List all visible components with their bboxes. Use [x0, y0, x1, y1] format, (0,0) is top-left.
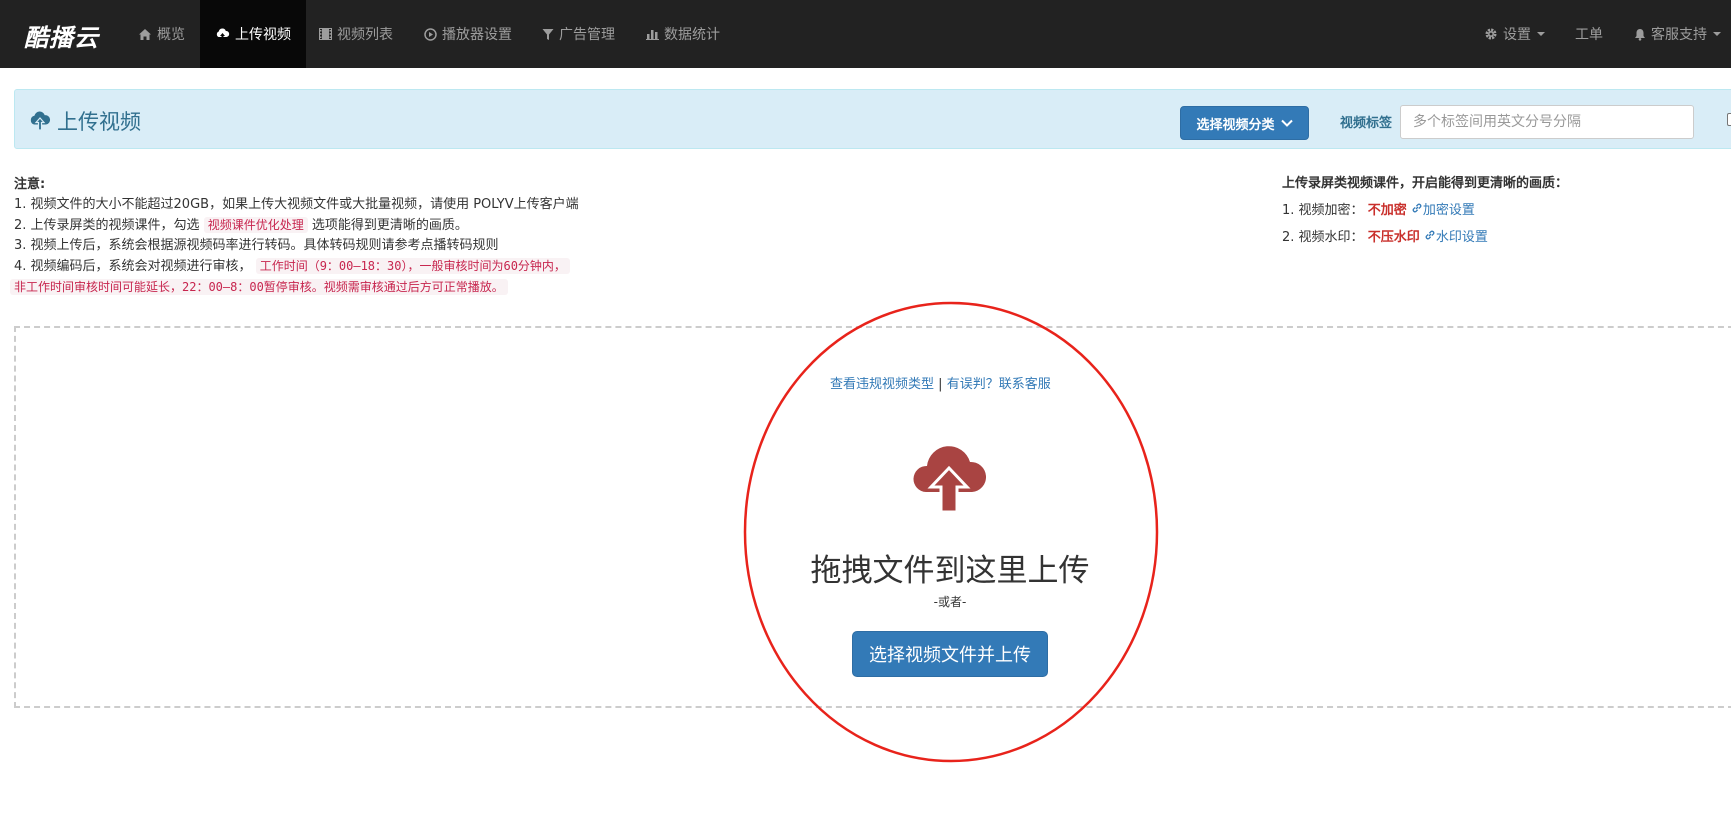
notes-line-2-prefix: 2. 上传录屏类的视频课件，勾选 [14, 218, 200, 233]
nav-item-label: 客服支持 [1651, 27, 1707, 43]
nav-item-label: 视频列表 [337, 27, 393, 43]
review-time-code: 工作时间（9：00—18：30），一般审核时间为60分钟内， [255, 258, 570, 274]
optimize-option-code: 视频课件优化处理 [203, 217, 308, 233]
nav-item-player-settings[interactable]: 播放器设置 [410, 0, 526, 68]
cloud-upload-icon [216, 27, 230, 40]
notes-line-2-suffix: 选项能得到更清晰的画质。 [311, 218, 468, 233]
notes-line-4: 4. 视频编码后，系统会对视频进行审核， 工作时间（9：00—18：30），一般… [14, 256, 734, 277]
notes-title: 注意: [14, 177, 46, 192]
nav-item-tickets[interactable]: 工单 [1561, 0, 1617, 68]
notes-line-4-prefix: 4. 视频编码后，系统会对视频进行审核， [14, 259, 252, 274]
nav-item-ads[interactable]: 广告管理 [528, 0, 629, 68]
encrypt-settings-link[interactable]: 加密设置 [1411, 203, 1475, 218]
home-icon [139, 28, 151, 40]
nav-item-upload[interactable]: 上传视频 [200, 0, 306, 68]
nav-item-support[interactable]: 客服支持 [1620, 0, 1731, 68]
nav-item-label: 播放器设置 [442, 27, 512, 43]
nav-item-stats[interactable]: 数据统计 [632, 0, 734, 68]
notes-line-1: 1. 视频文件的大小不能超过20GB，如果上传大视频文件或大批量视频，请使用 P… [14, 197, 579, 212]
encrypt-settings-text: 加密设置 [1422, 203, 1475, 218]
quality-notes: 上传录屏类视频课件，开启能得到更清晰的画质： 1. 视频加密： 不加密 加密设置… [1282, 170, 1568, 251]
video-tag-input[interactable] [1400, 105, 1694, 139]
gear-icon [1485, 28, 1497, 40]
nav-item-label: 数据统计 [664, 27, 720, 43]
nav-item-label: 广告管理 [559, 27, 615, 43]
caret-down-icon [1537, 32, 1545, 36]
nav-item-label: 概览 [157, 27, 185, 43]
encrypt-label: 1. 视频加密： [1282, 203, 1364, 218]
bar-chart-icon [646, 30, 659, 40]
watermark-status: 不压水印 [1367, 230, 1420, 245]
optimize-checkbox[interactable] [1727, 113, 1731, 126]
select-category-label: 选择视频分类 [1196, 117, 1275, 133]
bell-icon [1635, 28, 1645, 41]
nav-item-label: 上传视频 [235, 27, 291, 43]
play-circle-icon [424, 27, 437, 41]
watermark-settings-link[interactable]: 水印设置 [1424, 230, 1488, 245]
brand-logo[interactable]: 酷播云 [24, 18, 99, 53]
nav-item-label: 工单 [1575, 27, 1603, 43]
film-icon [319, 28, 332, 40]
watermark-settings-text: 水印设置 [1435, 230, 1488, 245]
encrypt-row: 1. 视频加密： 不加密 加密设置 [1282, 197, 1568, 224]
link-icon [1425, 230, 1435, 240]
link-icon [1412, 203, 1422, 213]
nav-item-settings[interactable]: 设置 [1470, 0, 1559, 68]
nav-item-label: 设置 [1503, 27, 1531, 43]
filter-icon [542, 28, 554, 40]
highlight-circle-annotation [743, 301, 1159, 763]
upload-panel-header: 上传视频 选择视频分类 视频标签 [14, 89, 1731, 149]
upload-notes: 注意: 1. 视频文件的大小不能超过20GB，如果上传大视频文件或大批量视频，请… [10, 175, 734, 298]
caret-down-icon [1713, 32, 1721, 36]
encrypt-status: 不加密 [1367, 203, 1407, 218]
quality-notes-title: 上传录屏类视频课件，开启能得到更清晰的画质： [1282, 176, 1569, 191]
select-category-button[interactable]: 选择视频分类 [1180, 106, 1309, 140]
top-navbar: 酷播云 概览 上传视频 视频列表 播放器设置 广告管理 数据统计 设置 工单 客… [0, 0, 1731, 68]
chevron-down-icon [1280, 119, 1293, 127]
notes-line-2: 2. 上传录屏类的视频课件，勾选 视频课件优化处理 选项能得到更清晰的画质。 [14, 215, 734, 236]
nav-item-video-list[interactable]: 视频列表 [305, 0, 407, 68]
review-pause-code: 非工作时间审核时间可能延长，22：00—8：00暂停审核。视频需审核通过后方可正… [10, 279, 508, 295]
notes-line-5: 非工作时间审核时间可能延长，22：00—8：00暂停审核。视频需审核通过后方可正… [10, 277, 734, 298]
nav-item-overview[interactable]: 概览 [124, 0, 199, 68]
page-title: 上传视频 [29, 106, 141, 136]
page-title-text: 上传视频 [57, 110, 141, 134]
watermark-row: 2. 视频水印： 不压水印 水印设置 [1282, 224, 1568, 251]
watermark-label: 2. 视频水印： [1282, 230, 1364, 245]
cloud-upload-icon [30, 111, 51, 131]
video-tag-label: 视频标签 [1340, 116, 1393, 131]
notes-line-3: 3. 视频上传后，系统会根据源视频码率进行转码。具体转码规则请参考点播转码规则 [14, 238, 499, 253]
